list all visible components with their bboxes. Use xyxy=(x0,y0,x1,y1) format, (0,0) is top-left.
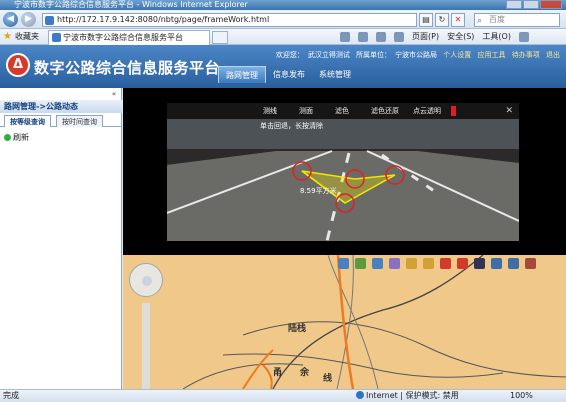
export-icon[interactable] xyxy=(508,258,519,269)
color-filter-button[interactable]: 滤色 xyxy=(335,106,349,116)
mail-icon[interactable] xyxy=(376,32,386,42)
refresh-button[interactable]: 刷新 xyxy=(4,132,29,143)
unit-label: 所属单位： xyxy=(356,51,392,59)
sidebar: « 路网管理->公路动态 按等级查询 按时间查询 刷新 xyxy=(0,88,122,389)
pan-tool-icon[interactable] xyxy=(338,258,349,269)
nav-road-network[interactable]: 路网管理 xyxy=(218,66,266,83)
search-input[interactable]: ⌕ 百度 xyxy=(474,13,560,27)
address-bar-row: ◀ ▶ http://172.17.9.142:8080/nbtg/page/f… xyxy=(0,10,566,29)
color-restore-button[interactable]: 滤色还原 xyxy=(371,106,399,116)
close-window-button[interactable] xyxy=(540,0,562,9)
measure-line-button[interactable]: 测线 xyxy=(263,106,277,116)
personal-settings-link[interactable]: 个人设置 xyxy=(443,51,471,59)
map-view[interactable]: 陆栈 甬 余 线 xyxy=(123,255,566,389)
measure-line-tool-icon[interactable] xyxy=(406,258,417,269)
security-zone: Internet | 保护模式: 禁用 xyxy=(356,390,459,402)
home-icon[interactable] xyxy=(340,32,350,42)
breadcrumb: 路网管理->公路动态 xyxy=(0,100,122,113)
refresh-icon[interactable]: ↻ xyxy=(435,13,449,27)
zoom-in-tool-icon[interactable] xyxy=(355,258,366,269)
tab-by-grade[interactable]: 按等级查询 xyxy=(4,115,51,127)
record-indicator xyxy=(451,106,456,116)
query-tabs: 按等级查询 按时间查询 xyxy=(0,113,122,127)
print-icon[interactable] xyxy=(394,32,404,42)
area-measurement: 8.59平方米 xyxy=(300,187,337,195)
map-label: 余 xyxy=(300,368,310,378)
logout-link[interactable]: 退出 xyxy=(546,51,560,59)
back-button[interactable]: ◀ xyxy=(3,12,18,27)
map-toolbar xyxy=(338,258,536,269)
measure-hint: 单击回退，长按清除 xyxy=(260,122,323,130)
stop-icon[interactable]: ✕ xyxy=(451,13,465,27)
status-text: 完成 xyxy=(3,391,19,400)
favorites-star-icon[interactable]: ★ xyxy=(3,29,12,45)
menu-page[interactable]: 页面(P) xyxy=(412,29,439,45)
window-title: 宁波市数字公路综合信息服务平台 - Windows Internet Explo… xyxy=(14,0,248,9)
window-controls xyxy=(506,0,562,9)
main-content: 陆栈 甬 余 线 测线 测面 滤色 滤色还原 点云透明 ✕ 单击回退，长按清除 … xyxy=(123,88,566,389)
nav-system-admin[interactable]: 系统管理 xyxy=(312,66,358,83)
refresh-icon xyxy=(4,134,11,141)
user-name: 武汉立得测试 xyxy=(307,51,350,59)
app-header: Δ 数字公路综合信息服务平台 欢迎您： 武汉立得测试 所属单位： 宁波市公路局 个人… xyxy=(0,45,566,88)
menu-safety[interactable]: 安全(S) xyxy=(447,29,474,45)
video-toolbar: 测线 测面 滤色 滤色还原 点云透明 ✕ xyxy=(167,103,519,119)
search-icon: ⌕ xyxy=(477,16,483,26)
close-icon[interactable]: ✕ xyxy=(505,106,513,116)
zoom-level[interactable]: 100% xyxy=(510,390,533,402)
status-bar: 完成 Internet | 保护模式: 禁用 100% xyxy=(0,389,566,402)
clear-tool-icon[interactable] xyxy=(440,258,451,269)
maximize-button[interactable] xyxy=(523,0,539,9)
app-tools-link[interactable]: 应用工具 xyxy=(478,51,506,59)
menu-tools[interactable]: 工具(O) xyxy=(482,29,511,45)
url-input[interactable]: http://172.17.9.142:8080/nbtg/page/frame… xyxy=(42,13,417,27)
user-bar: 欢迎您： 武汉立得测试 所属单位： 宁波市公路局 个人设置 应用工具 待办事项 退出 xyxy=(272,50,560,60)
pointcloud-transparent-button[interactable]: 点云透明 xyxy=(413,106,441,116)
measure-area-tool-icon[interactable] xyxy=(423,258,434,269)
nav-info-publish[interactable]: 信息发布 xyxy=(266,66,312,83)
app-title: 数字公路综合信息服务平台 xyxy=(34,59,221,77)
zoom-out-tool-icon[interactable] xyxy=(372,258,383,269)
minimize-button[interactable] xyxy=(506,0,522,9)
tab-page-icon xyxy=(52,33,61,42)
browser-tab[interactable]: 宁波市数字公路综合信息服务平台 xyxy=(48,30,210,45)
favorites-bar: ★ 收藏夹 宁波市数字公路综合信息服务平台 页面(P) 安全(S) 工具(O) xyxy=(0,29,566,45)
welcome-label: 欢迎您： xyxy=(275,51,304,59)
forward-button[interactable]: ▶ xyxy=(21,12,36,27)
new-tab-button[interactable] xyxy=(212,31,228,44)
compat-view-icon[interactable]: ▤ xyxy=(419,13,433,27)
road-image xyxy=(167,103,519,241)
map-label: 陆栈 xyxy=(288,324,307,334)
favorites-button[interactable]: 收藏夹 xyxy=(15,29,39,45)
map-label: 甬 xyxy=(273,368,283,378)
measure-area-button[interactable]: 测面 xyxy=(299,106,313,116)
street-video-panel[interactable]: 测线 测面 滤色 滤色还原 点云透明 ✕ 单击回退，长按清除 8.59平方米 xyxy=(167,103,519,241)
zoom-slider[interactable] xyxy=(142,303,150,389)
map-roads xyxy=(182,255,566,389)
collapse-sidebar-icon[interactable]: « xyxy=(108,90,120,98)
todo-link[interactable]: 待办事项 xyxy=(512,51,540,59)
command-bar: 页面(P) 安全(S) 工具(O) xyxy=(340,29,529,45)
move-tool-icon[interactable] xyxy=(389,258,400,269)
tab-by-time[interactable]: 按时间查询 xyxy=(56,115,103,127)
fullscreen-icon[interactable] xyxy=(525,258,536,269)
main-nav: 路网管理 信息发布 系统管理 xyxy=(218,66,358,83)
globe-icon xyxy=(356,391,364,399)
print-map-icon[interactable] xyxy=(474,258,485,269)
map-label: 线 xyxy=(323,374,333,384)
logo-icon: Δ xyxy=(6,53,30,77)
feeds-icon[interactable] xyxy=(358,32,368,42)
unit-name: 宁波市公路局 xyxy=(395,51,438,59)
page-icon xyxy=(45,16,54,25)
locate-tool-icon[interactable] xyxy=(457,258,468,269)
window-title-bar: 宁波市数字公路综合信息服务平台 - Windows Internet Explo… xyxy=(0,0,566,10)
pan-control[interactable] xyxy=(129,263,163,297)
layers-icon[interactable] xyxy=(491,258,502,269)
help-icon[interactable] xyxy=(518,32,529,42)
